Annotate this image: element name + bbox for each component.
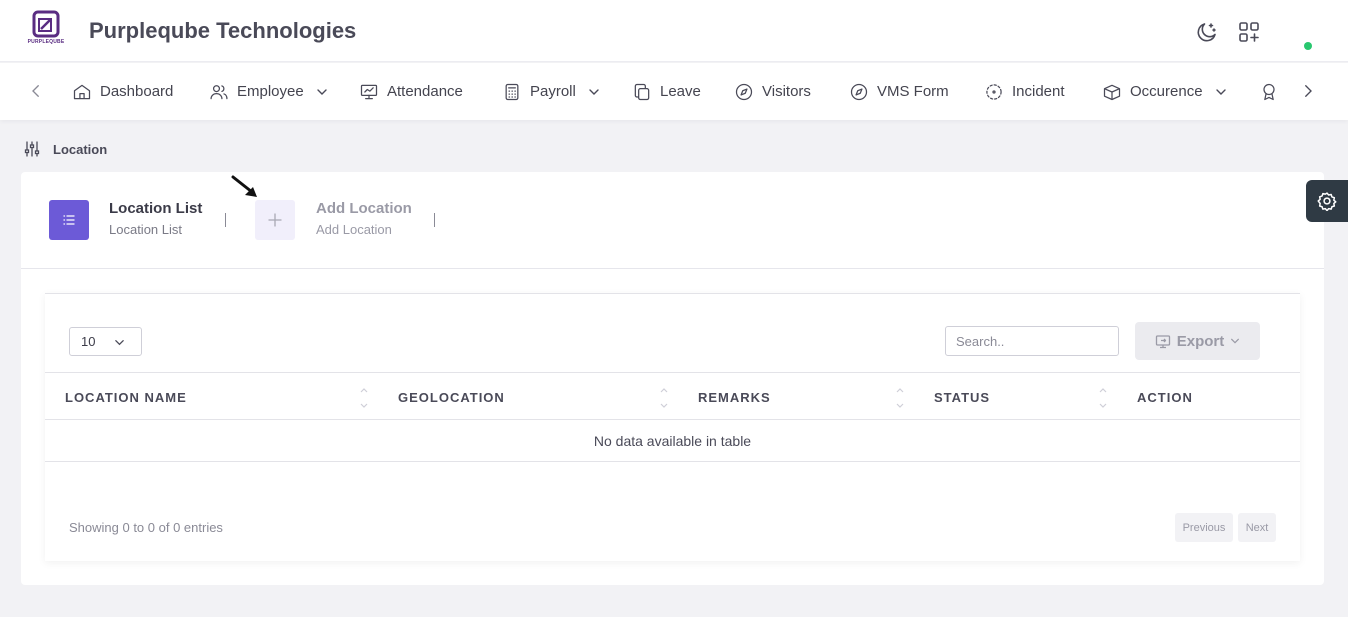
- online-status-dot: [1304, 42, 1312, 50]
- page-title: Location: [53, 141, 108, 157]
- column-header-remarks[interactable]: REMARKS: [698, 373, 771, 421]
- sort-icon[interactable]: [659, 385, 669, 411]
- table-header-row: LOCATION NAME GEOLOCATION REMARKS STATUS…: [45, 372, 1300, 420]
- plus-icon: [268, 213, 282, 227]
- theme-settings-button[interactable]: [1306, 180, 1348, 222]
- main-nav: Dashboard Employee Attendance Payroll Le…: [0, 63, 1348, 120]
- nav-item-visitors[interactable]: Visitors: [734, 63, 811, 120]
- tab-add-location-button[interactable]: [255, 200, 295, 240]
- grid-plus-icon[interactable]: [1237, 20, 1261, 44]
- moon-icon[interactable]: [1195, 20, 1219, 44]
- page-length-value: 10: [81, 334, 96, 349]
- chevron-down-icon: [1231, 338, 1240, 344]
- table-info: Showing 0 to 0 of 0 entries: [69, 520, 223, 535]
- nav-label: Dashboard: [100, 83, 174, 100]
- nav-item-payroll[interactable]: Payroll: [502, 63, 600, 120]
- top-header: PURPLEQUBE Purpleqube Technologies: [0, 0, 1348, 62]
- column-header-location-name[interactable]: LOCATION NAME: [65, 373, 187, 421]
- nav-item-dashboard[interactable]: Dashboard: [72, 63, 173, 120]
- list-icon: [63, 215, 75, 225]
- chevron-down-icon: [589, 88, 599, 95]
- tab-location-list-button[interactable]: [49, 200, 89, 240]
- sort-icon[interactable]: [359, 385, 369, 411]
- nav-label: VMS Form: [877, 83, 949, 100]
- nav-label: Visitors: [762, 83, 811, 100]
- copy-icon: [634, 83, 650, 100]
- chevron-down-icon: [1215, 88, 1226, 95]
- column-header-status[interactable]: STATUS: [934, 373, 990, 421]
- empty-table-row: No data available in table: [45, 420, 1300, 462]
- nav-scroll-right-icon[interactable]: [1299, 82, 1317, 100]
- previous-page-button[interactable]: Previous: [1175, 513, 1233, 542]
- tabs-row: Location List Location List Add Location…: [21, 172, 1324, 269]
- sort-icon[interactable]: [1098, 385, 1108, 411]
- compass-icon: [735, 83, 753, 100]
- nav-item-leave[interactable]: Leave: [632, 63, 701, 120]
- users-icon: [210, 84, 228, 99]
- chevron-down-icon: [317, 88, 327, 95]
- presentation-icon: [360, 84, 378, 99]
- company-name: Purpleqube Technologies: [89, 18, 357, 43]
- nav-label: Employee: [237, 83, 304, 100]
- box-icon: [1103, 84, 1121, 100]
- tab-add-location-subtitle: Add Location: [316, 222, 392, 237]
- page-heading: Location: [24, 141, 107, 157]
- sort-icon[interactable]: [895, 385, 905, 411]
- sliders-icon: [24, 141, 40, 157]
- export-button[interactable]: Export: [1135, 322, 1260, 360]
- location-card: Location List Location List Add Location…: [21, 172, 1324, 585]
- tab-add-location-title[interactable]: Add Location: [316, 200, 412, 217]
- export-label: Export: [1176, 332, 1225, 350]
- next-page-button[interactable]: Next: [1238, 513, 1276, 542]
- nav-label: Payroll: [530, 83, 576, 100]
- tab-location-list-subtitle: Location List: [109, 222, 182, 237]
- nav-label: Leave: [660, 83, 701, 100]
- chevron-down-icon: [115, 340, 124, 346]
- gear-icon: [1317, 192, 1337, 211]
- nav-item-vms-form[interactable]: VMS Form: [849, 63, 949, 120]
- nav-label: Incident: [1012, 83, 1065, 100]
- home-icon: [73, 84, 91, 99]
- nav-scroll-left-icon[interactable]: [27, 82, 45, 100]
- export-icon: [1155, 335, 1170, 349]
- tab-separator: [434, 213, 435, 227]
- nav-item-employee[interactable]: Employee: [209, 63, 328, 120]
- logo-caption: PURPLEQUBE: [27, 39, 65, 45]
- pointer-arrow-icon: [231, 175, 257, 197]
- column-header-action: ACTION: [1137, 389, 1193, 405]
- nav-item-incident[interactable]: Incident: [984, 63, 1065, 120]
- nav-label: Occurence: [1130, 83, 1203, 100]
- page-length-select[interactable]: 10: [69, 327, 142, 356]
- calculator-icon: [505, 83, 519, 100]
- search-input[interactable]: [945, 326, 1119, 356]
- location-table-panel: 10 Export LOCATION NAME GEOLOCATION REMA…: [45, 293, 1300, 561]
- award-icon: [1263, 83, 1275, 100]
- nav-label: Attendance: [387, 83, 463, 100]
- nav-item-awards[interactable]: [1259, 63, 1279, 120]
- nav-item-attendance[interactable]: Attendance: [359, 63, 463, 120]
- nav-item-occurence[interactable]: Occurence: [1102, 63, 1227, 120]
- focus-icon: [986, 83, 1002, 100]
- column-header-geolocation[interactable]: GEOLOCATION: [398, 373, 505, 421]
- compass-icon: [850, 83, 868, 100]
- tab-separator: [225, 213, 226, 227]
- tab-location-list-title[interactable]: Location List: [109, 200, 202, 217]
